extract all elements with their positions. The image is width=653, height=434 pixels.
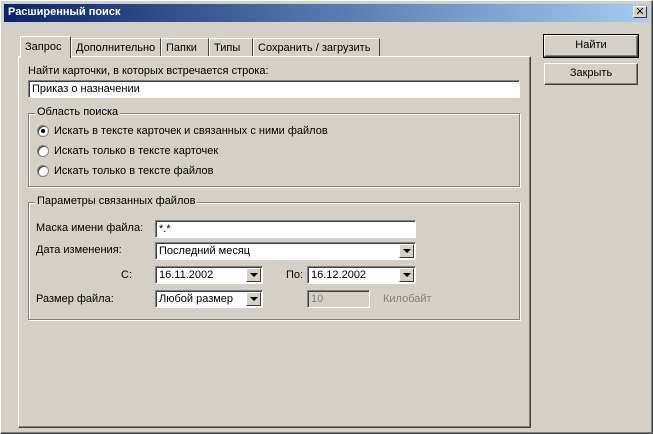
radio-search-all-label[interactable]: Искать в тексте карточек и связанных с н…	[54, 125, 328, 137]
size-number-input: 10	[307, 290, 370, 308]
advanced-search-dialog: Расширенный поиск ✕ Запрос Дополнительно…	[0, 0, 653, 434]
size-label: Размер файла:	[36, 293, 114, 305]
date-label: Дата изменения:	[36, 244, 122, 256]
tab-types[interactable]: Типы	[209, 38, 253, 56]
close-icon[interactable]: ✕	[633, 6, 647, 18]
size-unit-label: Килобайт	[383, 293, 432, 305]
chevron-down-icon[interactable]	[399, 244, 414, 258]
mask-input[interactable]: *.*	[155, 220, 416, 238]
radio-search-files[interactable]	[37, 165, 49, 177]
chevron-down-icon[interactable]	[399, 268, 414, 282]
file-params-title: Параметры связанных файлов	[35, 195, 198, 207]
chevron-down-icon[interactable]	[246, 292, 261, 306]
tab-query[interactable]: Запрос	[20, 36, 71, 58]
mask-label: Маска имени файла:	[36, 222, 144, 234]
date-select-value: Последний месяц	[159, 245, 251, 257]
query-label: Найти карточки, в которых встречается ст…	[28, 65, 269, 77]
find-button-label: Найти	[575, 39, 607, 51]
from-date-value: 16.11.2002	[159, 269, 214, 281]
window-title: Расширенный поиск	[8, 6, 121, 18]
chevron-down-icon[interactable]	[246, 268, 261, 282]
tab-save-load[interactable]: Сохранить / загрузить	[253, 38, 380, 56]
query-input[interactable]: Приказ о назначении	[28, 80, 520, 98]
search-area-title: Область поиска	[35, 106, 121, 118]
from-date-picker[interactable]: 16.11.2002	[155, 266, 263, 284]
size-select[interactable]: Любой размер	[155, 290, 263, 308]
find-button[interactable]: Найти	[543, 34, 639, 58]
close-button[interactable]: Закрыть	[544, 63, 638, 85]
tab-additional[interactable]: Дополнительно	[71, 38, 161, 56]
title-bar[interactable]: Расширенный поиск ✕	[4, 4, 649, 22]
radio-search-all[interactable]	[37, 125, 49, 137]
size-select-value: Любой размер	[159, 293, 234, 305]
radio-search-files-label[interactable]: Искать только в тексте файлов	[54, 165, 213, 177]
to-date-picker[interactable]: 16.12.2002	[307, 266, 416, 284]
to-label: По:	[286, 269, 304, 281]
date-select[interactable]: Последний месяц	[155, 242, 416, 260]
radio-search-cards-label[interactable]: Искать только в тексте карточек	[54, 145, 218, 157]
from-label: С:	[121, 269, 132, 281]
radio-search-cards[interactable]	[37, 145, 49, 157]
tab-folders[interactable]: Папки	[161, 38, 209, 56]
to-date-value: 16.12.2002	[311, 269, 367, 281]
